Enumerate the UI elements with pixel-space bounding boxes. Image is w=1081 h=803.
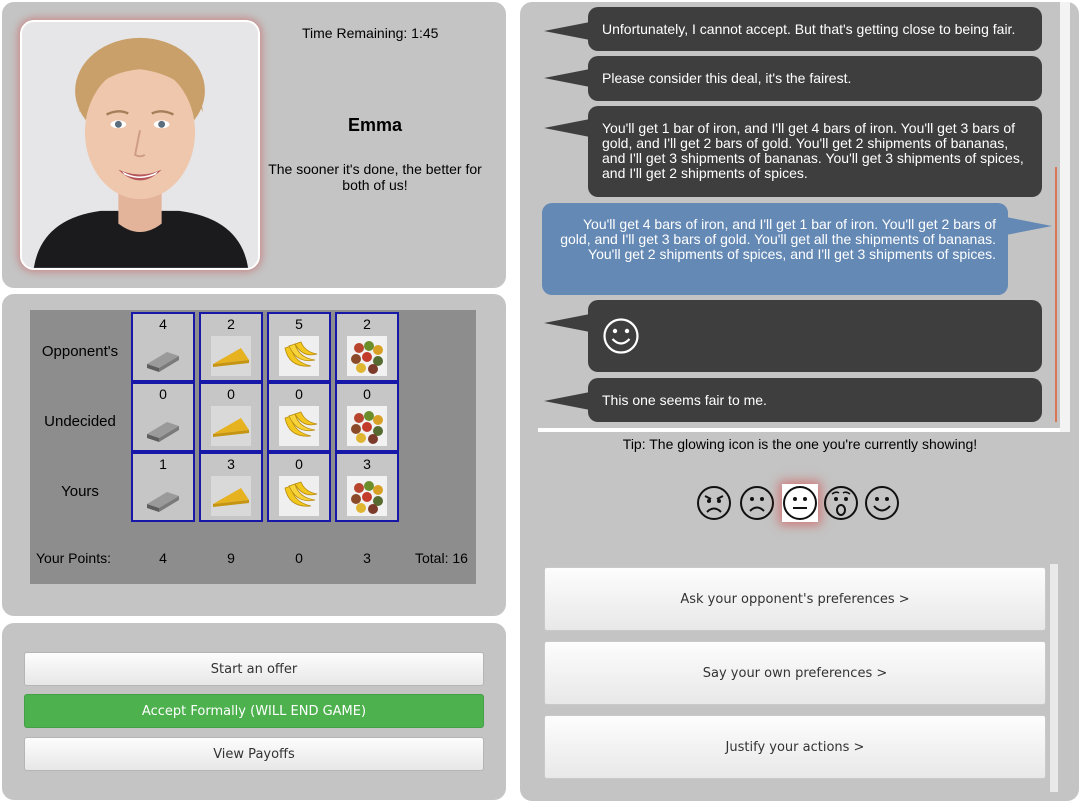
surprised-emoji-icon	[824, 486, 858, 520]
start-offer-button[interactable]: Start an offer	[24, 652, 484, 686]
cell-opponent-bananas[interactable]: 5	[267, 312, 331, 382]
cell-yours-spices[interactable]: 3	[335, 452, 399, 522]
item-count: 5	[295, 316, 303, 332]
points-total: Total: 16	[415, 550, 468, 566]
gold-bar-icon	[211, 476, 251, 516]
iron-bar-icon	[147, 492, 179, 512]
iron-bar-icon	[147, 352, 179, 372]
game-actions-panel: Start an offer Accept Formally (WILL END…	[2, 623, 506, 800]
cell-opponent-spices[interactable]: 2	[335, 312, 399, 382]
chat-panel: Unfortunately, I cannot accept. But that…	[520, 2, 1079, 801]
chat-message-mine: You'll get 4 bars of iron, and I'll get …	[542, 203, 1008, 295]
bubble-tail	[544, 119, 590, 137]
chat-scrollbar[interactable]	[1060, 2, 1070, 432]
item-allocation-panel: Opponent's Undecided Yours 401203500203 …	[2, 294, 506, 616]
item-count: 4	[159, 316, 167, 332]
item-count: 0	[295, 386, 303, 402]
emoji-tip: Tip: The glowing icon is the one you're …	[622, 436, 978, 452]
points-gold: 9	[227, 550, 235, 566]
bubble-tail	[544, 392, 590, 410]
item-count: 3	[227, 456, 235, 472]
accept-formally-button[interactable]: Accept Formally (WILL END GAME)	[24, 694, 484, 728]
chat-message-opponent: Please consider this deal, it's the fair…	[588, 56, 1042, 101]
view-payoffs-button[interactable]: View Payoffs	[24, 737, 484, 771]
angry-emoji-button[interactable]	[696, 484, 732, 522]
chat-message-opponent: This one seems fair to me.	[588, 378, 1042, 422]
justify-actions-button[interactable]: Justify your actions >	[544, 715, 1046, 779]
allocation-board: Opponent's Undecided Yours 401203500203 …	[30, 310, 476, 584]
item-count: 1	[159, 456, 167, 472]
bananas-icon	[279, 406, 319, 446]
chat-history[interactable]: Unfortunately, I cannot accept. But that…	[538, 2, 1070, 432]
gold-bar-icon	[211, 406, 251, 446]
chat-history-content: Unfortunately, I cannot accept. But that…	[538, 2, 1060, 428]
cell-yours-bananas[interactable]: 0	[267, 452, 331, 522]
neutral-emoji-button[interactable]	[782, 484, 818, 522]
cell-undecided-gold[interactable]: 0	[199, 382, 263, 452]
chat-message-text: This one seems fair to me.	[602, 392, 767, 408]
item-count: 3	[363, 456, 371, 472]
say-preferences-button[interactable]: Say your own preferences >	[544, 641, 1046, 705]
ask-preferences-button[interactable]: Ask your opponent's preferences >	[544, 567, 1046, 631]
cell-opponent-gold[interactable]: 2	[199, 312, 263, 382]
bubble-tail	[544, 314, 590, 332]
surprised-emoji-button[interactable]	[823, 484, 859, 522]
your-points-label: Your Points:	[36, 550, 111, 566]
happy-emoji-button[interactable]	[864, 484, 900, 522]
sad-emoji-button[interactable]	[739, 484, 775, 522]
opponent-profile-panel: Time Remaining: 1:45 Emma The sooner it'…	[2, 2, 506, 288]
opponent-portrait-image	[22, 22, 258, 268]
preferences-scrollbar[interactable]	[1050, 564, 1058, 792]
gold-bar-icon	[211, 336, 251, 376]
item-count: 0	[295, 456, 303, 472]
cell-yours-gold[interactable]: 3	[199, 452, 263, 522]
opponent-name: Emma	[347, 115, 403, 135]
points-spices: 3	[363, 550, 371, 566]
row-label-yours: Yours	[61, 483, 99, 500]
points-iron: 4	[159, 550, 167, 566]
smile-emoji-icon	[603, 318, 639, 354]
cell-opponent-iron[interactable]: 4	[131, 312, 195, 382]
bubble-tail	[1006, 217, 1052, 235]
cell-yours-iron[interactable]: 1	[131, 452, 195, 522]
item-count: 0	[159, 386, 167, 402]
chat-message-text: Please consider this deal, it's the fair…	[602, 70, 852, 86]
neutral-emoji-icon	[783, 486, 817, 520]
sad-emoji-icon	[740, 486, 774, 520]
opponent-status-message: The sooner it's done, the better for bot…	[268, 161, 482, 193]
bananas-icon	[279, 336, 319, 376]
spices-icon	[347, 476, 387, 516]
time-remaining: Time Remaining: 1:45	[302, 25, 439, 41]
happy-emoji-icon	[865, 486, 899, 520]
bubble-tail	[544, 69, 590, 87]
chat-scroll-indicator[interactable]	[1055, 167, 1057, 422]
cell-undecided-iron[interactable]: 0	[131, 382, 195, 452]
cell-undecided-spices[interactable]: 0	[335, 382, 399, 452]
chat-message-text: You'll get 4 bars of iron, and I'll get …	[560, 216, 996, 262]
opponent-photo	[20, 20, 260, 270]
chat-message-opponent: Unfortunately, I cannot accept. But that…	[588, 7, 1042, 51]
row-label-opponent: Opponent's	[41, 343, 119, 360]
bananas-icon	[279, 476, 319, 516]
item-count: 0	[363, 386, 371, 402]
bubble-tail	[544, 22, 590, 40]
item-count: 2	[227, 316, 235, 332]
item-count: 2	[363, 316, 371, 332]
points-bananas: 0	[295, 550, 303, 566]
cell-undecided-bananas[interactable]: 0	[267, 382, 331, 452]
item-count: 0	[227, 386, 235, 402]
chat-message-text: You'll get 1 bar of iron, and I'll get 4…	[602, 120, 1024, 181]
angry-emoji-icon	[697, 486, 731, 520]
iron-bar-icon	[147, 422, 179, 442]
chat-message-opponent: You'll get 1 bar of iron, and I'll get 4…	[588, 106, 1042, 197]
chat-message-text: Unfortunately, I cannot accept. But that…	[602, 21, 1016, 37]
row-label-undecided: Undecided	[44, 413, 116, 430]
spices-icon	[347, 406, 387, 446]
spices-icon	[347, 336, 387, 376]
chat-message-opponent-emoji	[588, 300, 1042, 372]
